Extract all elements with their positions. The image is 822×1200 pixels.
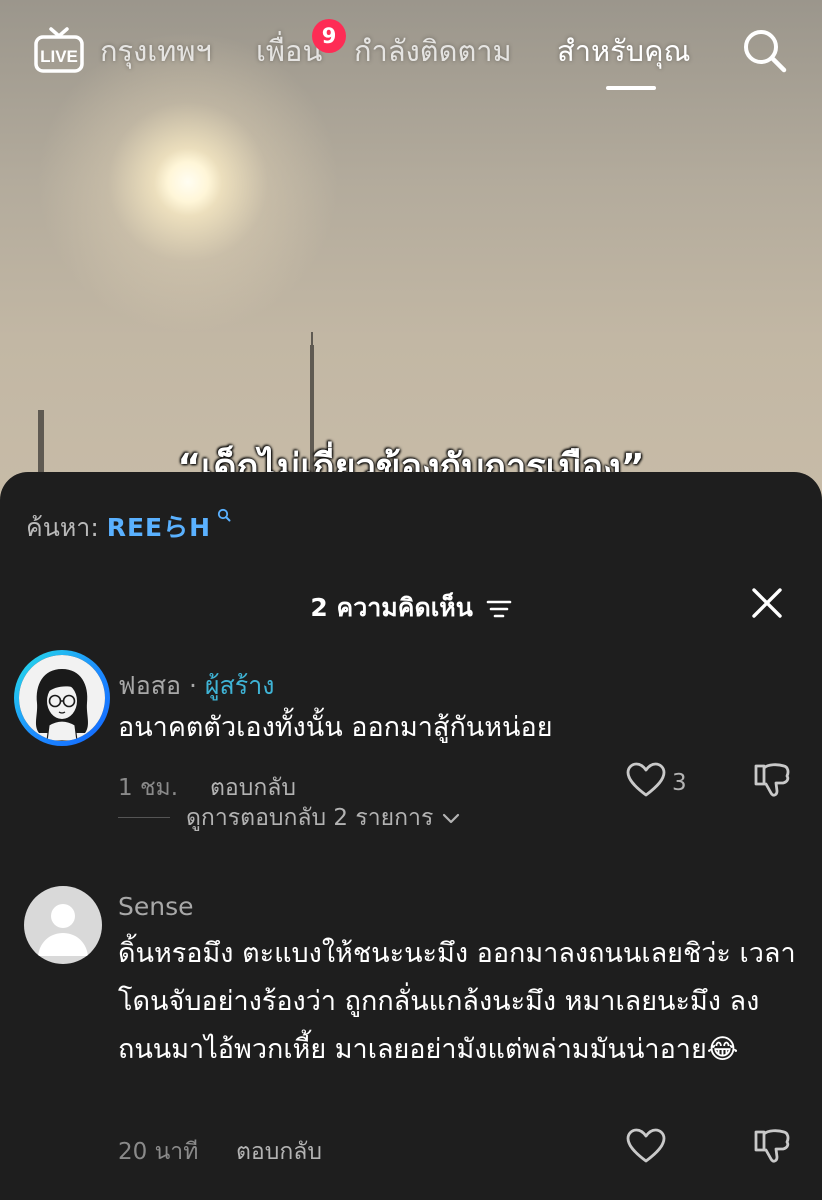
avatar-illustration [19,655,105,741]
suggested-search-prefix: ค้นหา: [26,513,99,542]
live-label: LIVE [40,47,78,66]
suggested-search-term[interactable]: REEらH [107,513,211,542]
comment-time: 20 นาที [118,1139,199,1165]
tab-following[interactable]: กำลังติดตาม [354,28,512,74]
comment-username[interactable]: ฟอสอ · ผู้สร้าง [118,666,274,706]
replies-divider [118,817,170,818]
comments-sheet: ค้นหา: REEらH 2 ความคิดเห็น ฟอสอ · ผู้สร้… [0,472,822,1200]
like-count: 3 [672,770,687,796]
chevron-down-icon [442,813,459,823]
comment-text: อนาคตตัวเองทั้งนั้น ออกมาสู้กันหน่อย [118,712,553,743]
username-text[interactable]: ฟอสอ [118,671,181,700]
close-icon[interactable] [750,586,784,620]
tab-bangkok[interactable]: กรุงเทพฯ [100,28,212,74]
small-search-icon [217,508,231,522]
comment-item: Sense ดิ้นหรอมึง ตะแบงให้ชนะนะมึง ออกมาล… [0,886,822,1200]
live-tv-icon[interactable]: LIVE [34,26,84,74]
comment-time: 1 ชม. [118,775,179,801]
search-icon[interactable] [740,26,788,74]
comment-count: 2 ความคิดเห็น [310,593,473,622]
avatar-image [19,655,105,741]
comment-item: ฟอสอ · ผู้สร้าง อนาคตตัวเองทั้งนั้น ออกม… [0,650,822,880]
top-navigation: LIVE กรุงเทพฯ เพื่อน 9 กำลังติดตาม สำหรั… [0,0,822,100]
default-avatar-icon [38,904,88,956]
view-replies-label[interactable]: ดูการตอบกลับ 2 รายการ [186,805,433,831]
radio-tower-antenna [311,332,313,348]
username-separator: · [188,671,197,700]
heart-icon[interactable] [626,1128,666,1164]
dislike-icon[interactable] [752,760,792,800]
friends-notification-badge: 9 [312,19,346,53]
avatar[interactable] [14,650,110,746]
comment-username[interactable]: Sense [118,892,194,921]
avatar[interactable] [24,886,102,964]
reply-button[interactable]: ตอบกลับ [236,1134,322,1170]
heart-icon[interactable] [626,762,666,798]
tab-for-you[interactable]: สำหรับคุณ [557,28,690,74]
creator-tag: ผู้สร้าง [204,671,275,700]
dislike-icon[interactable] [752,1126,792,1166]
sort-filter-icon[interactable] [486,598,512,620]
comments-header: 2 ความคิดเห็น [0,588,822,628]
suggested-search[interactable]: ค้นหา: REEらH [26,508,231,548]
active-tab-indicator [606,86,656,90]
comment-text: ดิ้นหรอมึง ตะแบงให้ชนะนะมึง ออกมาลงถนนเล… [118,938,796,1065]
view-replies-button[interactable]: ดูการตอบกลับ 2 รายการ [186,800,461,836]
